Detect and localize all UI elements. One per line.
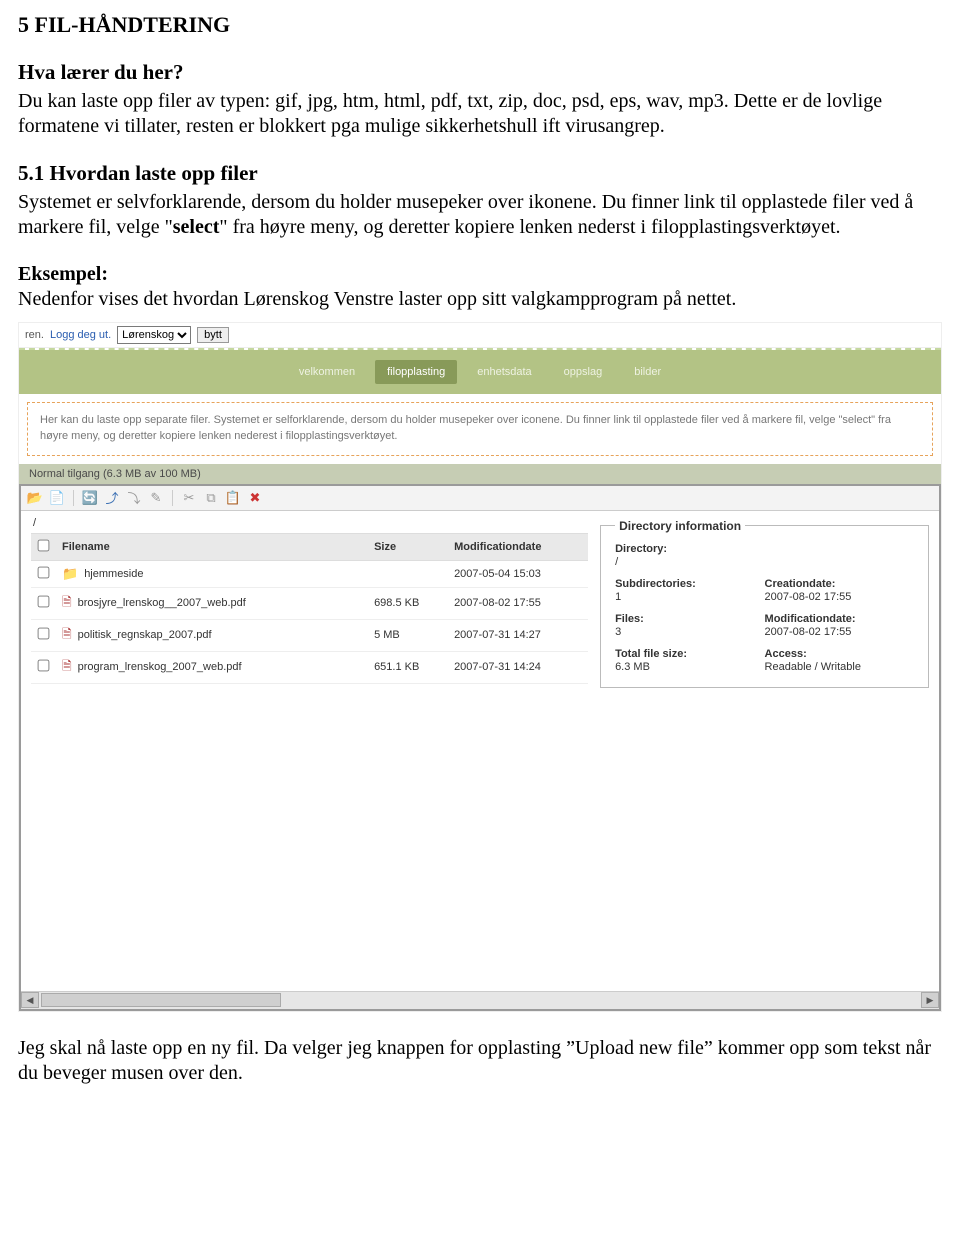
dirinfo-subdirs-label: Subdirectories: <box>615 578 764 590</box>
col-size[interactable]: Size <box>368 533 448 560</box>
separator-icon <box>73 490 74 506</box>
dirinfo-files-label: Files: <box>615 613 764 625</box>
tab-velkommen[interactable]: velkommen <box>287 360 367 384</box>
file-date: 2007-07-31 14:27 <box>448 619 588 651</box>
tab-bilder[interactable]: bilder <box>622 360 673 384</box>
row-checkbox[interactable] <box>38 567 50 579</box>
file-name: hjemmeside <box>84 568 143 580</box>
table-row[interactable]: 🗎 brosjyre_lrenskog__2007_web.pdf 698.5 K… <box>31 587 588 619</box>
file-date: 2007-07-31 14:24 <box>448 651 588 683</box>
refresh-icon[interactable]: 🔄 <box>82 490 98 506</box>
eksempel-label: Eksempel: <box>18 263 108 285</box>
pdf-file-icon: 🗎 <box>62 625 72 646</box>
dirinfo-legend: Directory information <box>615 519 745 533</box>
dirinfo-directory-value: / <box>615 556 914 568</box>
copy-icon[interactable]: ⧉ <box>203 490 219 506</box>
dirinfo-total-label: Total file size: <box>615 648 764 660</box>
dirinfo-total-value: 6.3 MB <box>615 661 764 673</box>
dirinfo-directory-label: Directory: <box>615 543 914 555</box>
scroll-thumb[interactable] <box>41 993 281 1007</box>
pdf-file-icon: 🗎 <box>62 657 72 678</box>
new-file-icon[interactable]: 📄 <box>49 490 65 506</box>
logout-link[interactable]: Logg deg ut. <box>50 329 111 341</box>
row-checkbox[interactable] <box>38 660 50 672</box>
cut-icon[interactable]: ✂ <box>181 490 197 506</box>
dirinfo-subdirs-value: 1 <box>615 591 764 603</box>
sub1-title: Hva lærer du her? <box>18 60 942 85</box>
dirinfo-created-label: Creationdate: <box>765 578 914 590</box>
file-size: 698.5 KB <box>368 587 448 619</box>
delete-icon[interactable]: ✖ <box>247 490 263 506</box>
file-manager: 📂 📄 🔄 ⤴ ⤵ ✎ ✂ ⧉ 📋 ✖ / <box>19 484 941 1011</box>
dirinfo-files-value: 3 <box>615 626 764 638</box>
file-date: 2007-08-02 17:55 <box>448 587 588 619</box>
download-icon[interactable]: ⤵ <box>126 490 142 506</box>
row-checkbox[interactable] <box>38 596 50 608</box>
after-body: Jeg skal nå laste opp en ny fil. Da velg… <box>18 1036 942 1086</box>
scroll-left-icon[interactable]: ◀ <box>21 992 39 1008</box>
dirinfo-modified-label: Modificationdate: <box>765 613 914 625</box>
file-name: politisk_regnskap_2007.pdf <box>78 629 212 641</box>
dirinfo-modified-value: 2007-08-02 17:55 <box>765 626 914 638</box>
paste-icon[interactable]: 📋 <box>225 490 241 506</box>
dirinfo-access-value: Readable / Writable <box>765 661 914 673</box>
sub2-body-b: " fra høyre meny, og deretter kopiere le… <box>219 216 840 238</box>
org-dropdown[interactable]: Lørenskog <box>117 326 191 344</box>
folder-icon: 📁 <box>62 566 78 582</box>
section-title: 5 FIL-HÅNDTERING <box>18 12 942 38</box>
file-name: program_lrenskog_2007_web.pdf <box>78 661 242 673</box>
app-top-strip: ren. Logg deg ut. Lørenskog bytt <box>19 323 941 348</box>
tab-filopplasting[interactable]: filopplasting <box>375 360 457 384</box>
file-table: Filename Size Modificationdate 📁 hjemmesi… <box>31 533 588 684</box>
toolbar: 📂 📄 🔄 ⤴ ⤵ ✎ ✂ ⧉ 📋 ✖ <box>21 486 939 511</box>
table-row[interactable]: 🗎program_lrenskog_2007_web.pdf 651.1 KB … <box>31 651 588 683</box>
sub1-body: Du kan laste opp filer av typen: gif, jp… <box>18 89 942 139</box>
tab-bar: velkommen filopplasting enhetsdata oppsl… <box>19 350 941 394</box>
col-filename[interactable]: Filename <box>56 533 368 560</box>
switch-button[interactable]: bytt <box>197 327 229 343</box>
upload-icon[interactable]: ⤴ <box>104 490 120 506</box>
dirinfo-access-label: Access: <box>765 648 914 660</box>
app-screenshot: ren. Logg deg ut. Lørenskog bytt velkomm… <box>18 322 942 1012</box>
pdf-file-icon: 🗎 <box>62 593 72 614</box>
quota-line: Normal tilgang (6.3 MB av 100 MB) <box>19 464 941 484</box>
path-line: / <box>31 515 588 533</box>
directory-info-panel: Directory information Directory: / Subdi… <box>600 515 929 977</box>
eksempel-body: Nedenfor vises det hvordan Lørenskog Ven… <box>18 288 736 310</box>
file-size: 5 MB <box>368 619 448 651</box>
file-size: 651.1 KB <box>368 651 448 683</box>
file-date: 2007-05-04 15:03 <box>448 560 588 587</box>
file-list-panel: / Filename Size Modificationdate <box>31 515 588 977</box>
scroll-right-icon[interactable]: ▶ <box>921 992 939 1008</box>
sub2-body: Systemet er selvforklarende, dersom du h… <box>18 190 942 240</box>
top-prefix: ren. <box>25 329 44 341</box>
table-row[interactable]: 🗎 politisk_regnskap_2007.pdf 5 MB 2007-07… <box>31 619 588 651</box>
col-date[interactable]: Modificationdate <box>448 533 588 560</box>
select-all-checkbox[interactable] <box>38 540 50 552</box>
horizontal-scrollbar[interactable]: ◀ ▶ <box>21 991 939 1009</box>
directory-info-box: Directory information Directory: / Subdi… <box>600 519 929 688</box>
select-all-header[interactable] <box>31 533 56 560</box>
table-row[interactable]: 📁 hjemmeside 2007-05-04 15:03 <box>31 560 588 587</box>
sub2-title: 5.1 Hvordan laste opp filer <box>18 161 942 186</box>
info-box: Her kan du laste opp separate filer. Sys… <box>27 402 933 456</box>
file-name: brosjyre_lrenskog__2007_web.pdf <box>78 597 246 609</box>
row-checkbox[interactable] <box>38 628 50 640</box>
tab-oppslag[interactable]: oppslag <box>552 360 615 384</box>
separator-icon <box>172 490 173 506</box>
open-folder-icon[interactable]: 📂 <box>27 490 43 506</box>
tab-enhetsdata[interactable]: enhetsdata <box>465 360 543 384</box>
sub2-body-bold: select <box>173 216 220 238</box>
edit-icon[interactable]: ✎ <box>148 490 164 506</box>
dirinfo-created-value: 2007-08-02 17:55 <box>765 591 914 603</box>
file-size <box>368 560 448 587</box>
